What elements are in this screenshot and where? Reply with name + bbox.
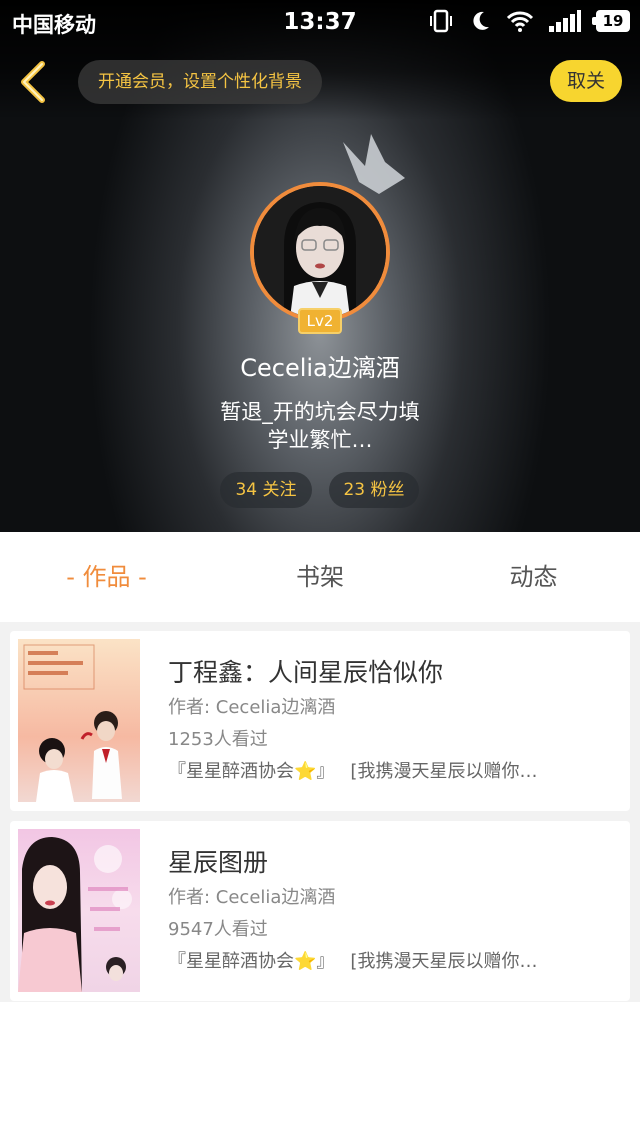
avatar-image: [250, 182, 390, 322]
work-tag[interactable]: [我携漫天星辰以赠你…: [350, 951, 537, 972]
tab-activity[interactable]: 动态: [427, 532, 640, 622]
work-views: 9547人看过: [168, 919, 268, 940]
work-author: 作者: Cecelia边漓酒: [168, 887, 336, 908]
book-cover: [18, 829, 140, 992]
work-tags: 『星星醉酒协会⭐』 [我携漫天星辰以赠你…: [168, 947, 588, 973]
book-cover: [18, 639, 140, 802]
bio-line: 学业繁忙…: [267, 428, 373, 452]
avatar[interactable]: [250, 182, 390, 322]
cover-illustration: [18, 639, 140, 802]
tab-bookshelf[interactable]: 书架: [213, 532, 427, 622]
work-tag[interactable]: 『星星醉酒协会⭐』: [168, 951, 334, 972]
username: Cecelia边漓酒: [240, 354, 400, 382]
following-count-button[interactable]: 34 关注: [220, 472, 312, 508]
back-arrow-icon: [21, 61, 45, 103]
fans-count-button[interactable]: 23 粉丝: [329, 472, 419, 508]
level-badge: Lv2: [298, 308, 342, 334]
portrait-illustration: [254, 186, 386, 318]
work-card[interactable]: 星辰图册 作者: Cecelia边漓酒 9547人看过 『星星醉酒协会⭐』 [我携…: [10, 821, 630, 1001]
vip-background-prompt[interactable]: 开通会员，设置个性化背景: [78, 60, 322, 104]
status-bar: 中国移动 13:37 19: [0, 0, 640, 46]
work-tag[interactable]: [我携漫天星辰以赠你…: [350, 761, 537, 782]
work-title: 丁程鑫：人间星辰恰似你: [168, 658, 444, 687]
work-tag[interactable]: 『星星醉酒协会⭐』: [168, 761, 334, 782]
work-card[interactable]: 丁程鑫：人间星辰恰似你 作者: Cecelia边漓酒 1253人看过 『星星醉酒…: [10, 631, 630, 811]
unfollow-button[interactable]: 取关: [550, 60, 622, 102]
back-button[interactable]: [14, 58, 54, 106]
battery-icon: 19: [592, 10, 630, 32]
wifi-icon: [506, 11, 534, 32]
work-author: 作者: Cecelia边漓酒: [168, 697, 336, 718]
bio-line: 暂退_开的坑会尽力填: [220, 400, 420, 424]
work-tags: 『星星醉酒协会⭐』 [我携漫天星辰以赠你…: [168, 757, 588, 783]
work-title: 星辰图册: [168, 848, 269, 877]
tab-works[interactable]: - 作品 -: [0, 532, 213, 622]
status-icons: 19: [428, 8, 630, 34]
work-views: 1253人看过: [168, 729, 268, 750]
vibrate-icon: [430, 9, 452, 33]
moon-icon: [473, 11, 489, 30]
signal-icon: [549, 10, 581, 32]
profile-tabs: - 作品 - 书架 动态: [0, 532, 640, 622]
cover-illustration: [18, 829, 140, 992]
user-bio: 暂退_开的坑会尽力填 学业繁忙…: [0, 398, 640, 454]
